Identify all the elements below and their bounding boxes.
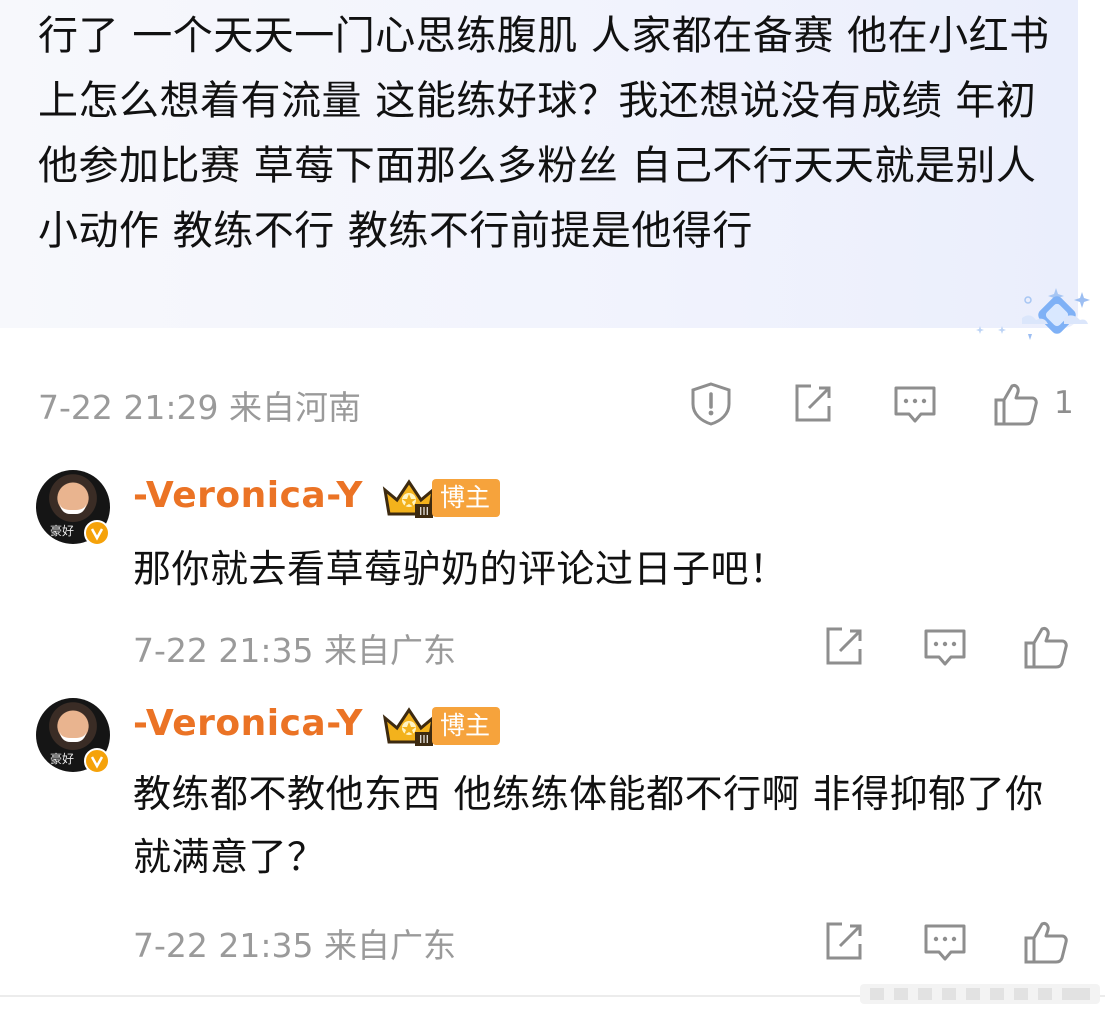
verified-icon <box>84 748 110 774</box>
reply-timestamp: 7-22 21:35 来自广东 <box>133 631 456 670</box>
svg-text:III: III <box>419 505 429 518</box>
avatar-smile <box>60 504 86 514</box>
avatar-watermark: 豪好 <box>50 752 75 766</box>
comment-icon[interactable] <box>891 380 939 428</box>
like-icon[interactable] <box>992 380 1040 428</box>
reply-text: 教练都不教他东西 他练练体能都不行啊 非得抑郁了你就满意了？ <box>133 772 1044 879</box>
comment-timestamp: 7-22 21:29 来自河南 <box>38 388 361 427</box>
reply-text: 那你就去看草莓驴奶的评论过日子吧！ <box>133 547 788 591</box>
report-icon[interactable] <box>687 380 735 428</box>
reply-timestamp: 7-22 21:35 来自广东 <box>133 926 456 965</box>
like-count: 1 <box>1054 385 1074 421</box>
crown-icon: III <box>382 479 436 518</box>
watermark-icon <box>860 984 1100 1004</box>
like-icon[interactable] <box>1022 623 1070 671</box>
reply-meta: 7-22 21:35 来自广东 <box>133 918 456 968</box>
forward-icon[interactable] <box>820 623 868 671</box>
reply-username[interactable]: -Veronica-Y <box>133 703 363 744</box>
forward-icon[interactable] <box>820 918 868 966</box>
reply-meta: 7-22 21:35 来自广东 <box>133 623 456 673</box>
avatar-watermark: 豪好 <box>50 524 75 538</box>
top-comment-bubble: 行了 一个天天一门心思练腹肌 人家都在备赛 他在小红书上怎么想着有流量 这能练好… <box>0 0 1090 340</box>
verified-icon <box>84 520 110 546</box>
blogger-badge: 博主 <box>432 479 501 517</box>
avatar-smile <box>60 732 86 742</box>
comment-icon[interactable] <box>921 918 969 966</box>
svg-text:III: III <box>419 733 429 746</box>
forward-icon[interactable] <box>789 380 837 428</box>
crown-icon: III <box>382 707 436 746</box>
sparkle-decoration-icon <box>976 288 1090 340</box>
reply-item: 豪好 -Veronica-Y III 博主 那你就去看草莓驴奶的评论过日子吧！ … <box>0 470 1105 690</box>
blogger-badge: 博主 <box>432 707 501 745</box>
top-comment-text: 行了 一个天天一门心思练腹肌 人家都在备赛 他在小红书上怎么想着有流量 这能练好… <box>38 13 1050 254</box>
like-icon[interactable] <box>1022 918 1070 966</box>
comment-icon[interactable] <box>921 623 969 671</box>
top-comment-meta: 7-22 21:29 来自河南 <box>38 380 361 430</box>
reply-username[interactable]: -Veronica-Y <box>133 475 363 516</box>
reply-item: 豪好 -Veronica-Y III 博主 教练都不教他东西 他练练体能都不行啊… <box>0 698 1105 988</box>
